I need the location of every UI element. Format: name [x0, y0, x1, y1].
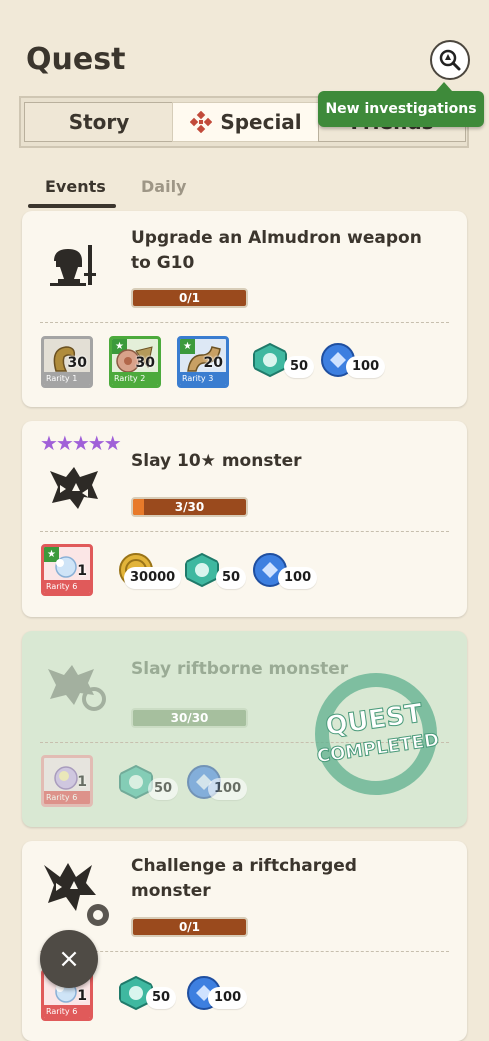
quest-progress-bar: 30/30: [131, 708, 248, 728]
quest-progress-bar: 0/1: [131, 288, 248, 308]
gem-count: 50: [216, 567, 247, 589]
rarity-label: Rarity 3: [180, 372, 226, 385]
divider: [40, 322, 449, 323]
rarity-label: Rarity 6: [44, 580, 90, 593]
orb-count: 100: [346, 356, 386, 378]
quest-progress-bar: 0/1: [131, 917, 248, 937]
rarity-label: Rarity 6: [44, 1005, 90, 1018]
riftcharged-monster-icon: [44, 863, 109, 926]
green-gem-icon[interactable]: [252, 342, 288, 378]
difficulty-stars: ★★★★★: [40, 431, 122, 455]
orb-count: 100: [208, 778, 248, 800]
gem-count: 50: [284, 356, 315, 378]
quest-title: Upgrade an Almudron weapon to G10: [131, 226, 422, 276]
quest-title-line-1: Challenge a riftcharged: [131, 856, 357, 876]
tab-story-label: Story: [68, 110, 130, 134]
tooltip-label: New investigations: [325, 101, 477, 117]
reward-count: 1: [77, 774, 87, 790]
orb-count: 100: [208, 987, 248, 1009]
reward-count: 20: [203, 355, 223, 371]
reward-material-rarity-6[interactable]: ★ 1 Rarity 6: [41, 544, 93, 596]
rarity-label: Rarity 6: [44, 791, 90, 804]
quest-card[interactable]: Upgrade an Almudron weapon to G10 0/1 30…: [22, 211, 467, 407]
reward-material-rarity-2[interactable]: ★ 30 Rarity 2: [109, 336, 161, 388]
tab-story[interactable]: Story: [24, 102, 174, 142]
reward-material-rarity-3[interactable]: ★ 20 Rarity 3: [177, 336, 229, 388]
investigate-search-button[interactable]: [430, 40, 470, 80]
tab-special-label: Special: [220, 110, 302, 134]
gem-count: 50: [148, 778, 179, 800]
monster-head-icon: [50, 467, 98, 509]
rarity-label: Rarity 2: [112, 372, 158, 385]
close-button[interactable]: ×: [40, 930, 98, 988]
reward-count: 30: [67, 355, 87, 371]
reward-material-rarity-6[interactable]: 1 Rarity 6: [41, 755, 93, 807]
investigate-search-icon: [439, 49, 461, 71]
quest-completed-stamp: QUEST COMPLETED: [315, 673, 440, 795]
progress-text: 3/30: [174, 500, 205, 514]
reward-count: 30: [135, 355, 155, 371]
tab-events[interactable]: Events: [45, 177, 106, 196]
divider: [40, 951, 449, 952]
rarity-label: Rarity 1: [44, 372, 90, 385]
quest-title-line-1: Upgrade an Almudron weapon: [131, 228, 422, 248]
weapon-upgrade-icon: [50, 245, 96, 286]
tab-daily[interactable]: Daily: [141, 177, 186, 196]
reward-material-rarity-1[interactable]: 30 Rarity 1: [41, 336, 93, 388]
riftborne-monster-icon: [48, 665, 106, 711]
page-title: Quest: [26, 42, 126, 77]
quest-title-line-2: to G10: [131, 253, 195, 273]
green-gem-icon[interactable]: [184, 552, 220, 588]
quest-title: Slay 10★ monster: [131, 451, 302, 471]
gem-count: 50: [146, 987, 177, 1009]
reward-count: 1: [77, 563, 87, 579]
quest-title-line-2: monster: [131, 881, 211, 901]
quest-card[interactable]: ★★★★★ Slay 10★ monster 3/30 ★ 1 Rarity 6…: [22, 421, 467, 617]
progress-text: 30/30: [170, 711, 209, 725]
reward-count: 1: [77, 988, 87, 1004]
active-tab-indicator: [28, 204, 116, 208]
special-diamond-icon: [190, 111, 213, 133]
progress-text: 0/1: [178, 291, 201, 305]
quest-title: Challenge a riftcharged monster: [131, 854, 357, 904]
coin-count: 30000: [124, 567, 182, 589]
close-icon: ×: [58, 944, 80, 974]
new-investigations-tooltip[interactable]: New investigations: [318, 82, 484, 127]
progress-text: 0/1: [178, 920, 201, 934]
divider: [40, 531, 449, 532]
tab-special[interactable]: Special: [172, 102, 320, 142]
orb-count: 100: [278, 567, 318, 589]
quest-progress-bar: 3/30: [131, 497, 248, 517]
